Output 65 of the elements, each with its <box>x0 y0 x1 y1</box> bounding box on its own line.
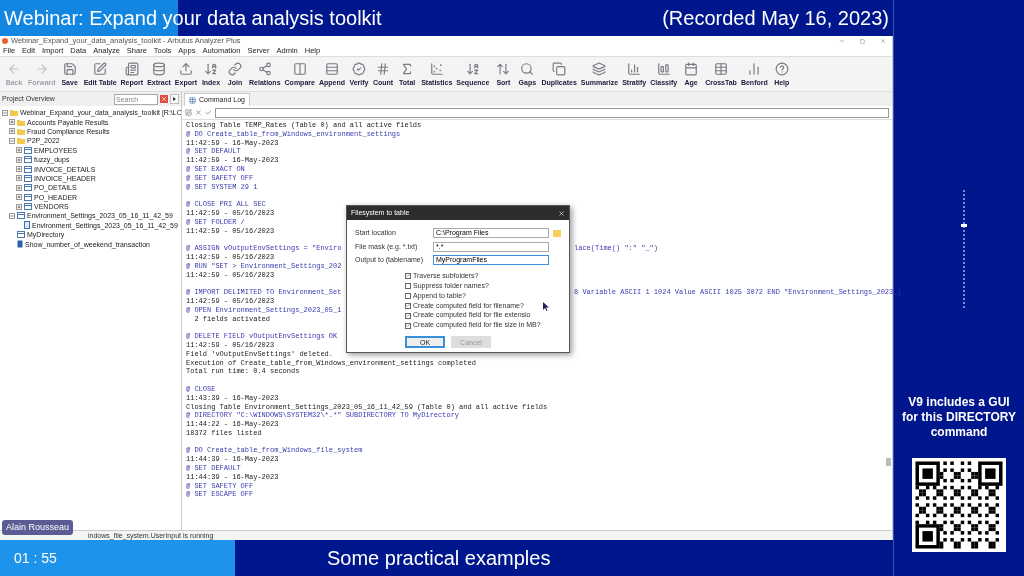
expand-icon[interactable] <box>16 156 22 163</box>
up-down-arrows-icon <box>496 62 511 76</box>
cancel-icon[interactable] <box>195 109 202 116</box>
network-icon <box>257 62 272 76</box>
rows-icon <box>324 62 339 76</box>
clear-icon[interactable] <box>160 95 168 103</box>
checkbox[interactable] <box>405 322 411 329</box>
help-icon <box>774 62 789 76</box>
sort-letters-icon <box>465 62 480 76</box>
collapse-icon[interactable] <box>9 213 15 219</box>
database-icon <box>152 62 166 76</box>
collapse-icon[interactable] <box>2 109 8 116</box>
table-icon <box>714 62 728 76</box>
checkbox[interactable] <box>405 272 411 279</box>
arrow-right-icon[interactable] <box>170 94 179 104</box>
check-badge-icon <box>351 62 366 76</box>
checkbox[interactable] <box>405 302 411 309</box>
scatter-chart-icon <box>429 62 444 76</box>
presenter-name-tag: Alain Rousseau <box>2 520 74 535</box>
expand-icon[interactable] <box>16 194 22 201</box>
page-icon <box>24 221 30 230</box>
maximize-icon[interactable] <box>860 38 865 44</box>
qr-code-icon <box>912 458 1006 552</box>
document-icon <box>124 62 139 76</box>
calendar-icon <box>684 62 699 76</box>
script-icon <box>17 240 23 249</box>
checkbox[interactable] <box>405 282 411 289</box>
bar-chart-icon <box>627 62 642 76</box>
checkbox[interactable] <box>405 312 411 319</box>
expand-icon[interactable] <box>9 128 15 135</box>
upload-icon <box>178 62 193 76</box>
arrow-left-icon <box>7 62 21 76</box>
elapsed-time: 01 : 55 <box>14 548 57 568</box>
expand-icon[interactable] <box>16 175 22 182</box>
section-caption: Some practical examples <box>327 546 551 571</box>
expand-icon[interactable] <box>9 119 15 126</box>
bar-chart-icon <box>656 62 671 76</box>
mouse-pointer-icon <box>543 302 549 311</box>
hash-icon <box>376 62 391 76</box>
expand-icon[interactable] <box>16 166 22 173</box>
arrow-right-icon <box>34 62 49 76</box>
table-icon <box>189 96 196 104</box>
sort-letters-icon <box>204 62 219 76</box>
collapse-icon[interactable] <box>9 137 15 144</box>
columns-icon <box>292 62 307 76</box>
side-note: V9 includes a GUI for this DIRECTORY command <box>901 395 1017 440</box>
magnifier-icon <box>520 62 535 76</box>
bar-chart-icon <box>747 62 762 76</box>
expand-icon[interactable] <box>16 203 22 210</box>
layers-icon <box>592 62 607 76</box>
recorded-date: (Recorded May 16, 2023) <box>662 6 889 31</box>
table-icon <box>24 146 32 154</box>
webinar-title: Webinar: Expand your data analysis toolkit <box>4 6 382 31</box>
copy-icon <box>552 62 567 76</box>
app-logo-icon <box>2 38 8 44</box>
check-icon[interactable] <box>205 109 212 116</box>
pencil-square-icon <box>93 62 108 76</box>
expand-icon[interactable] <box>16 147 22 154</box>
scrollbar[interactable] <box>886 458 891 466</box>
link-icon <box>228 62 243 76</box>
command-input-field[interactable] <box>215 107 889 118</box>
expand-icon[interactable] <box>16 184 22 191</box>
table-icon <box>17 231 25 239</box>
checkbox[interactable] <box>405 292 411 299</box>
edit-icon[interactable] <box>185 109 192 116</box>
